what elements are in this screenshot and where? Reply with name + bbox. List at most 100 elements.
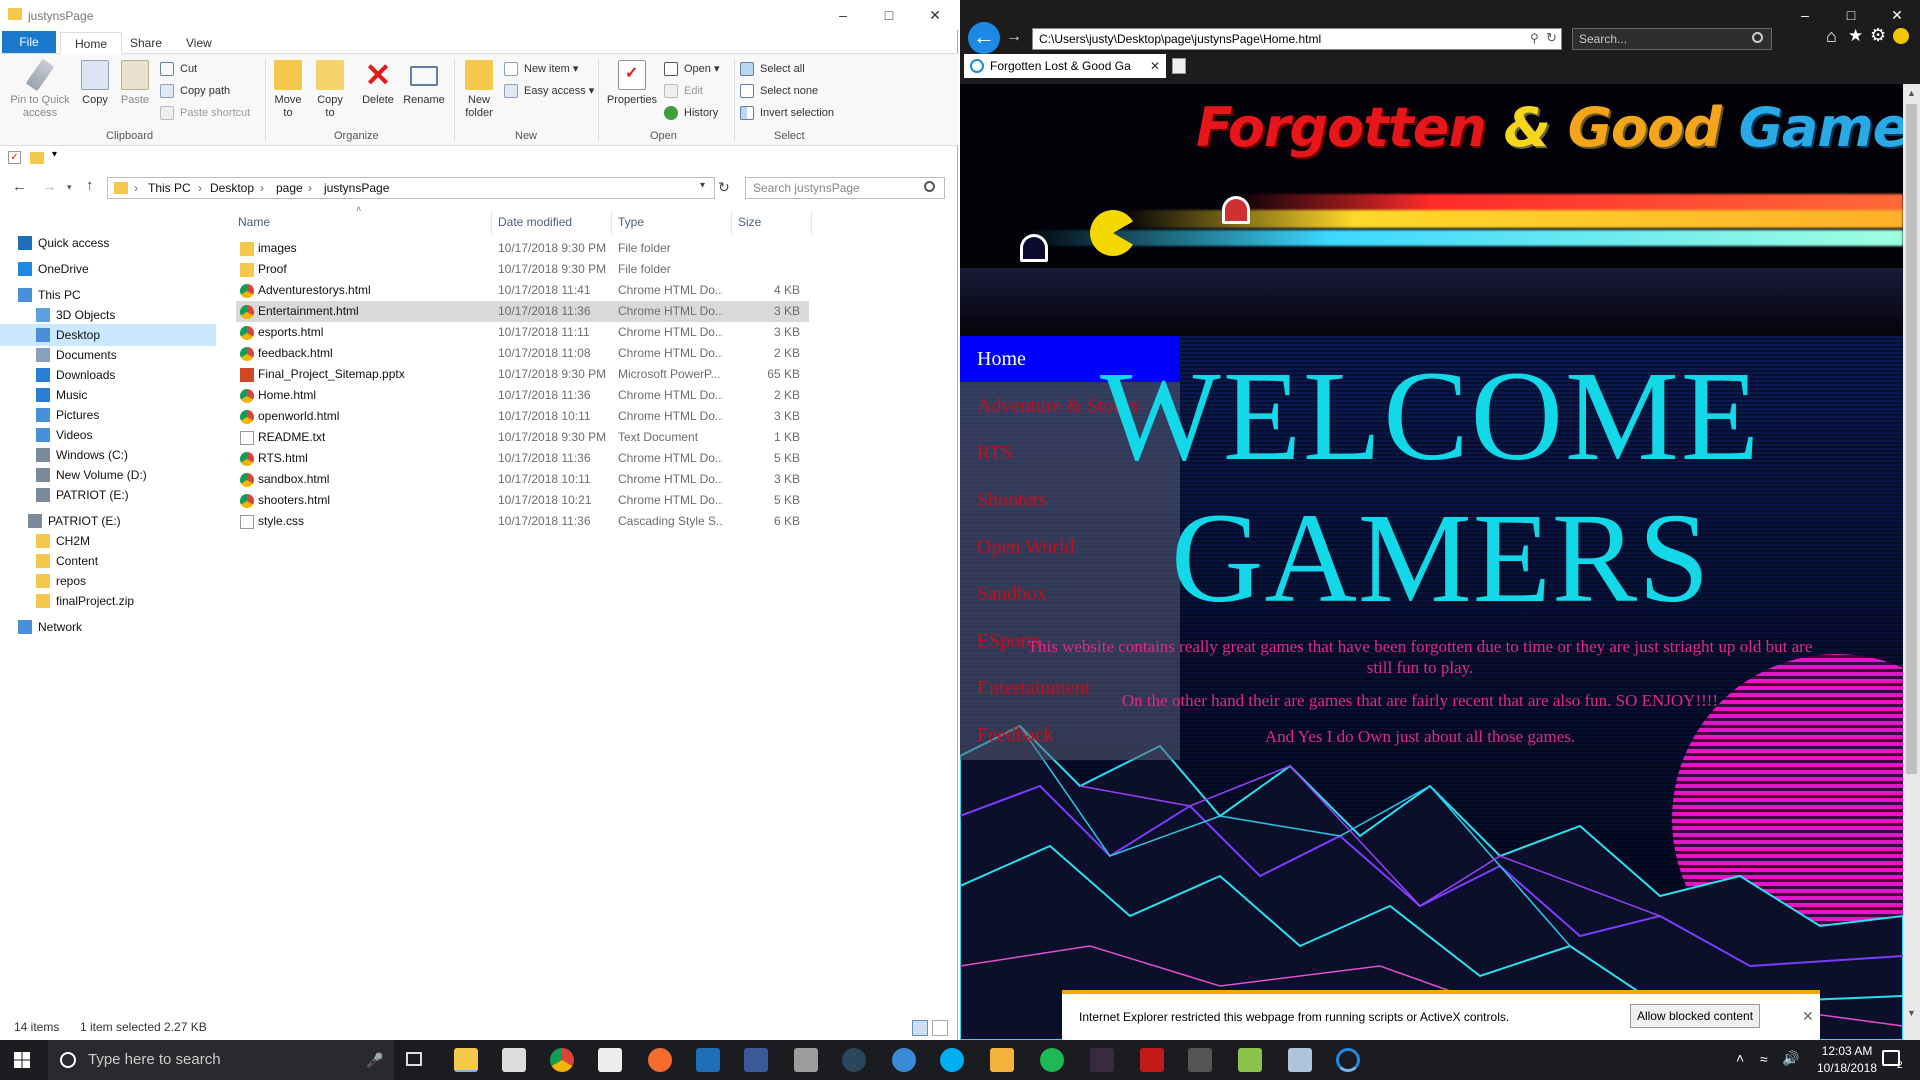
column-header-type[interactable]: Type <box>612 210 732 234</box>
file-row[interactable]: sandbox.html 10/17/2018 10:11 Chrome HTML … <box>236 469 809 490</box>
nav-item-videos[interactable]: Videos <box>0 424 216 446</box>
breadcrumb-page[interactable]: page <box>276 181 303 195</box>
minimize-button[interactable]: – <box>1782 0 1828 30</box>
nav-item-quick-access[interactable]: Quick access <box>0 232 216 254</box>
column-header-size[interactable]: Size <box>732 210 812 234</box>
up-icon[interactable]: ↑ <box>86 177 94 194</box>
nav-item-network[interactable]: Network <box>0 616 216 638</box>
file-row[interactable]: Adventurestorys.html 10/17/2018 11:41 Chro… <box>236 280 809 301</box>
internet-explorer-icon[interactable] <box>1336 1048 1360 1072</box>
file-row[interactable]: openworld.html 10/17/2018 10:11 Chrome HTM… <box>236 406 809 427</box>
address-dropdown-icon[interactable]: ▾ <box>700 180 705 191</box>
recent-locations-icon[interactable]: ▾ <box>67 182 72 193</box>
facebook-icon[interactable] <box>744 1048 768 1072</box>
tab-file[interactable]: File <box>2 31 56 53</box>
visual-studio-icon[interactable] <box>696 1048 720 1072</box>
nav-item-patriot-e[interactable]: PATRIOT (E:) <box>0 484 216 506</box>
file-row[interactable]: feedback.html 10/17/2018 11:08 Chrome HTML… <box>236 343 809 364</box>
nav-item-content[interactable]: Content <box>0 550 216 572</box>
close-tab-icon[interactable]: ✕ <box>1150 54 1160 78</box>
copy-path-button[interactable]: Copy path <box>160 82 230 100</box>
new-folder-button[interactable]: New folder <box>460 60 498 120</box>
uplay-icon[interactable] <box>892 1048 916 1072</box>
scroll-down-icon[interactable]: ▼ <box>1907 1008 1916 1018</box>
skype-icon[interactable] <box>940 1048 964 1072</box>
minimize-button[interactable]: – <box>820 0 866 30</box>
select-all-button[interactable]: Select all <box>740 60 805 78</box>
nav-item-finalproject-zip[interactable]: finalProject.zip <box>0 590 216 612</box>
nav-item-this-pc[interactable]: This PC <box>0 284 216 306</box>
spotify-icon[interactable] <box>1040 1048 1064 1072</box>
edit-button[interactable]: Edit <box>664 82 703 100</box>
photo-app-icon[interactable] <box>1288 1048 1312 1072</box>
nav-item-desktop[interactable]: Desktop <box>0 324 216 346</box>
properties-icon[interactable]: ✓ <box>8 151 21 164</box>
nav-item-3d-objects[interactable]: 3D Objects <box>0 304 216 326</box>
browser-tab[interactable]: Forgotten Lost & Good Ga ✕ <box>964 54 1166 78</box>
nav-item-documents[interactable]: Documents <box>0 344 216 366</box>
smiley-feedback-icon[interactable] <box>1893 28 1909 44</box>
site-nav-open-world[interactable]: Open World <box>960 524 1180 570</box>
taskbar-search-input[interactable]: Type here to search 🎤 <box>48 1040 394 1080</box>
column-header-name[interactable]: Name <box>232 210 492 234</box>
show-hidden-icons-icon[interactable]: ˄ <box>1736 1050 1744 1066</box>
close-button[interactable]: ✕ <box>912 0 958 30</box>
select-none-button[interactable]: Select none <box>740 82 818 100</box>
clock-date[interactable]: 10/18/2018 <box>1812 1061 1882 1075</box>
file-row[interactable]: images 10/17/2018 9:30 PM File folder <box>236 238 809 259</box>
steam-icon[interactable] <box>842 1048 866 1072</box>
open-button[interactable]: Open ▾ <box>664 60 720 78</box>
terminal-icon[interactable] <box>1188 1048 1212 1072</box>
file-row[interactable]: Entertainment.html 10/17/2018 11:36 Chrome… <box>236 301 809 322</box>
rename-button[interactable]: Rename <box>402 60 446 107</box>
new-tab-icon[interactable] <box>1172 58 1186 74</box>
home-icon[interactable]: ⌂ <box>1826 26 1837 47</box>
close-notification-icon[interactable]: ✕ <box>1802 1008 1814 1025</box>
nav-item-windows-c[interactable]: Windows (C:) <box>0 444 216 466</box>
browser-search-input[interactable]: Search... <box>1572 28 1772 50</box>
file-row[interactable]: style.css 10/17/2018 11:36 Cascading Style… <box>236 511 809 532</box>
chrome-icon[interactable] <box>550 1048 574 1072</box>
microphone-icon[interactable]: 🎤 <box>366 1040 383 1080</box>
tab-home[interactable]: Home <box>60 32 123 54</box>
search-icon[interactable] <box>1752 32 1763 43</box>
game-controller-icon[interactable] <box>794 1048 818 1072</box>
customize-qat-icon[interactable]: ▾ <box>52 149 57 160</box>
settings-gear-icon[interactable]: ⚙ <box>1870 25 1886 46</box>
nav-item-patriot-e[interactable]: PATRIOT (E:) <box>0 510 216 532</box>
invert-selection-button[interactable]: Invert selection <box>740 104 834 122</box>
tab-share[interactable]: Share <box>116 32 176 54</box>
volume-icon[interactable]: 🔊 <box>1782 1050 1799 1067</box>
copy-to-button[interactable]: Copy to <box>312 60 348 120</box>
forward-icon[interactable]: → <box>1006 28 1022 46</box>
forward-icon[interactable]: → <box>42 178 57 195</box>
search-dropdown-icon[interactable]: ⚲ <box>1530 31 1539 45</box>
clock-time[interactable]: 12:03 AM <box>1812 1044 1882 1058</box>
nav-item-repos[interactable]: repos <box>0 570 216 592</box>
easy-access-button[interactable]: Easy access ▾ <box>504 82 594 100</box>
paint-icon[interactable] <box>990 1048 1014 1072</box>
allow-blocked-content-button[interactable]: Allow blocked content <box>1630 1004 1760 1028</box>
cut-button[interactable]: Cut <box>160 60 197 78</box>
properties-button[interactable]: ✓ Properties <box>604 60 660 107</box>
refresh-icon[interactable]: ↻ <box>718 179 730 196</box>
column-header-date[interactable]: Date modified <box>492 210 612 234</box>
delete-button[interactable]: ✕ Delete <box>358 59 398 107</box>
nav-item-onedrive[interactable]: OneDrive <box>0 258 216 280</box>
breadcrumb-desktop[interactable]: Desktop <box>210 181 254 195</box>
task-view-icon[interactable] <box>406 1052 422 1066</box>
nav-item-ch2m[interactable]: CH2M <box>0 530 216 552</box>
nav-item-new-volume-d[interactable]: New Volume (D:) <box>0 464 216 486</box>
search-input[interactable]: Search justynsPage <box>745 177 945 199</box>
file-row[interactable]: Final_Project_Sitemap.pptx 10/17/2018 9:3… <box>236 364 809 385</box>
favorites-star-icon[interactable]: ★ <box>1848 26 1863 46</box>
paste-shortcut-button[interactable]: Paste shortcut <box>160 104 250 122</box>
file-row[interactable]: esports.html 10/17/2018 11:11 Chrome HTML … <box>236 322 809 343</box>
file-row[interactable]: RTS.html 10/17/2018 11:36 Chrome HTML Do..… <box>236 448 809 469</box>
origin-icon[interactable] <box>648 1048 672 1072</box>
paste-button[interactable]: Paste <box>118 60 152 107</box>
file-row[interactable]: README.txt 10/17/2018 9:30 PM Text Documen… <box>236 427 809 448</box>
scroll-up-icon[interactable]: ▲ <box>1907 88 1916 98</box>
nav-item-downloads[interactable]: Downloads <box>0 364 216 386</box>
windows-start-icon[interactable] <box>14 1052 30 1068</box>
